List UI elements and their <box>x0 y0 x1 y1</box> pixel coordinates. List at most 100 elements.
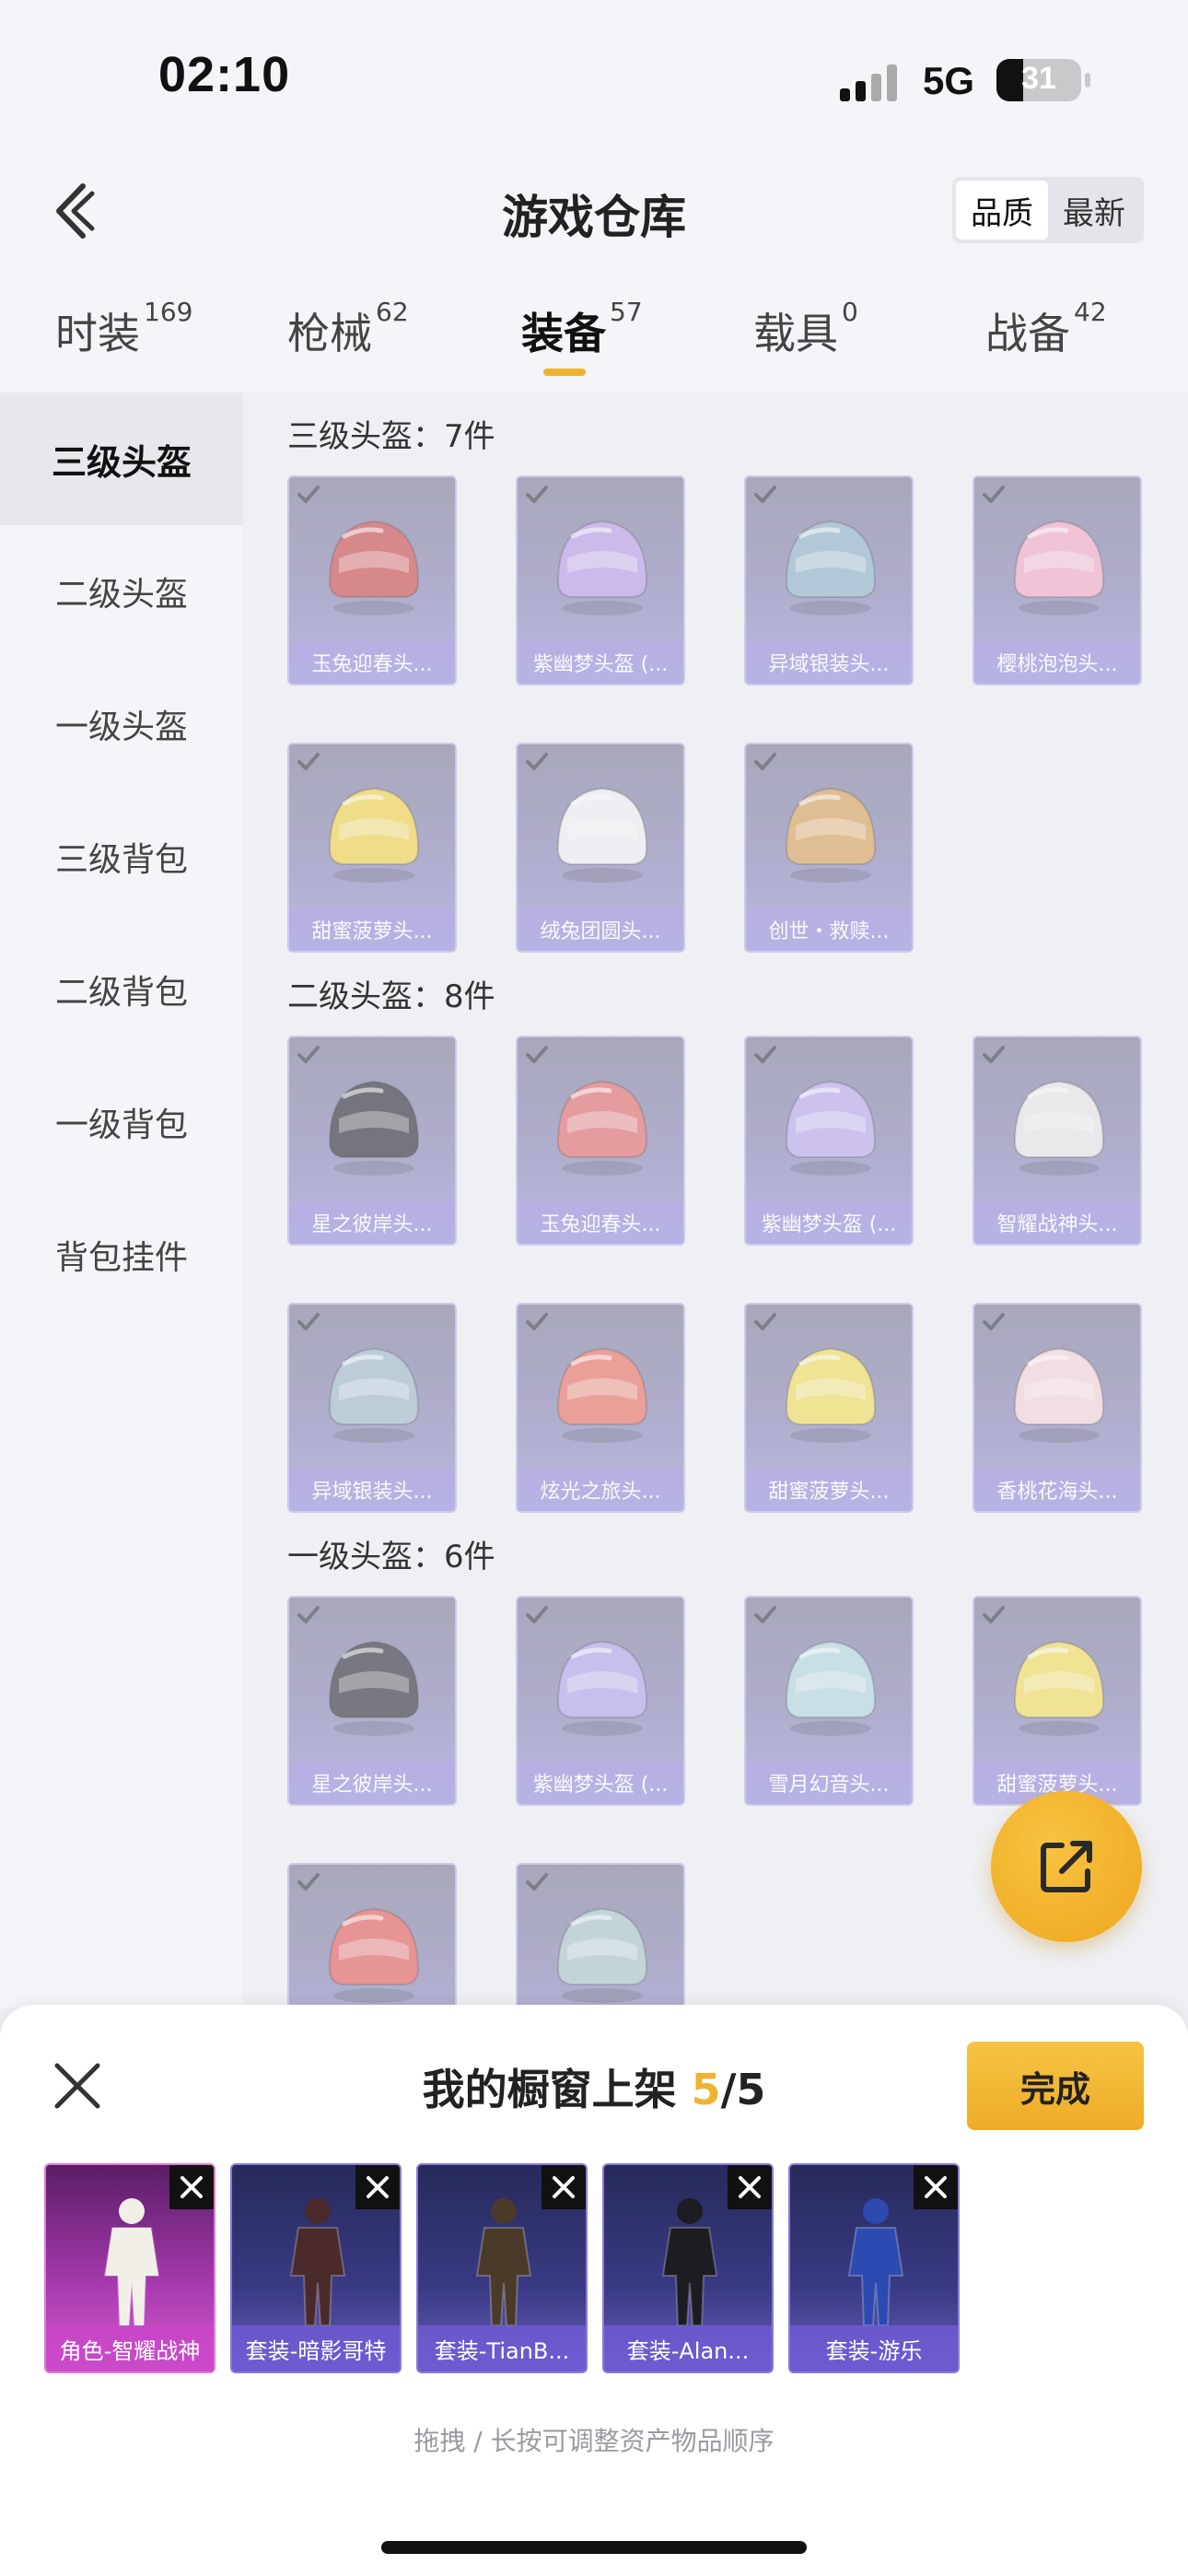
category-tabs: 时装 169 枪械 62 装备 57 载具 0 战备 42 <box>0 267 1188 392</box>
item-card[interactable] <box>516 1863 685 2008</box>
item-card[interactable]: 异域银装头... <box>744 475 914 685</box>
helmet-icon <box>556 1347 648 1443</box>
item-card[interactable]: 樱桃泡泡头... <box>973 475 1142 685</box>
item-card[interactable]: 紫幽梦头盔 (... <box>744 1036 914 1246</box>
item-card[interactable]: 创世・救赎... <box>744 743 914 953</box>
tab-count: 169 <box>144 297 193 327</box>
sidebar-item[interactable]: 三级头盔 <box>0 392 243 525</box>
item-name: 玉兔迎春头... <box>518 1201 683 1244</box>
item-card[interactable]: 智耀战神头... <box>973 1036 1142 1246</box>
tab-label: 载具 <box>753 309 838 358</box>
showcase-item[interactable]: 套装-游乐 <box>788 2163 960 2373</box>
item-name: 绒兔团圆头... <box>518 908 683 951</box>
helmet-icon <box>328 1640 420 1736</box>
helmet-icon <box>556 787 648 883</box>
item-card[interactable]: 甜蜜菠萝头... <box>287 743 457 953</box>
remove-item-button[interactable] <box>169 2165 214 2209</box>
sidebar-item[interactable]: 一级头盔 <box>0 658 243 790</box>
tab-equipment[interactable]: 装备 57 <box>521 297 643 361</box>
tab-count: 57 <box>610 297 643 327</box>
item-card[interactable]: 玉兔迎春头... <box>516 1036 685 1246</box>
reorder-hint: 拖拽 / 长按可调整资产物品顺序 <box>413 2426 775 2456</box>
helmet-icon <box>785 1080 877 1176</box>
close-icon <box>181 2176 203 2198</box>
showcase-item[interactable]: 套装-TianB... <box>416 2163 588 2373</box>
sidebar-item[interactable]: 背包挂件 <box>0 1188 243 1321</box>
item-name: 玉兔迎春头... <box>289 641 455 684</box>
item-name: 雪月幻音头... <box>746 1762 912 1804</box>
showcase-count-total: /5 <box>720 2065 766 2114</box>
close-icon <box>925 2176 947 2198</box>
signal-icon <box>840 61 904 101</box>
showcase-item-label: 套装-Alan... <box>604 2325 772 2371</box>
sidebar-item[interactable]: 二级头盔 <box>0 525 243 658</box>
tab-label: 时装 <box>55 309 140 358</box>
item-card[interactable]: 玉兔迎春头... <box>287 475 457 685</box>
showcase-item-label: 角色-智耀战神 <box>46 2325 214 2371</box>
item-card[interactable]: 异域银装头... <box>287 1303 457 1513</box>
remove-item-button[interactable] <box>728 2165 772 2209</box>
helmet-icon <box>556 1640 648 1736</box>
tab-count: 42 <box>1074 297 1107 327</box>
share-icon <box>1041 1841 1092 1892</box>
tab-fashion[interactable]: 时装 169 <box>55 297 193 361</box>
group-title: 二级头盔：8件 <box>287 978 495 1015</box>
tab-supplies[interactable]: 战备 42 <box>985 297 1107 361</box>
active-tab-indicator <box>543 369 586 376</box>
item-name: 甜蜜菠萝头... <box>746 1469 912 1511</box>
share-button[interactable] <box>991 1791 1142 1942</box>
item-card[interactable]: 星之彼岸头... <box>287 1036 457 1246</box>
nav-header: 游戏仓库 品质 最新 <box>0 157 1188 267</box>
group-title: 一级头盔：6件 <box>287 1539 495 1575</box>
showcase-item-label: 套装-TianB... <box>418 2325 586 2371</box>
helmet-icon <box>328 787 420 883</box>
close-icon <box>367 2176 389 2198</box>
tab-weapons[interactable]: 枪械 62 <box>287 297 409 361</box>
item-card[interactable]: 甜蜜菠萝头... <box>744 1303 914 1513</box>
group-title: 三级头盔：7件 <box>287 418 495 455</box>
sidebar-item[interactable]: 二级背包 <box>0 923 243 1056</box>
sidebar-item[interactable]: 一级背包 <box>0 1056 243 1188</box>
item-card[interactable]: 星之彼岸头... <box>287 1596 457 1806</box>
battery-icon: 31 <box>996 59 1081 101</box>
helmet-icon <box>785 1347 877 1443</box>
sidebar-item[interactable]: 三级背包 <box>0 790 243 923</box>
home-indicator[interactable] <box>381 2541 807 2554</box>
item-name: 星之彼岸头... <box>289 1201 455 1244</box>
showcase-item[interactable]: 套装-Alan... <box>602 2163 774 2373</box>
item-card[interactable]: 炫光之旅头... <box>516 1303 685 1513</box>
item-name: 紫幽梦头盔 (... <box>746 1201 912 1244</box>
item-card[interactable]: 绒兔团圆头... <box>516 743 685 953</box>
helmet-icon <box>556 520 648 615</box>
sort-quality-button[interactable]: 品质 <box>956 181 1048 240</box>
item-name: 异域银装头... <box>746 641 912 684</box>
item-name: 甜蜜菠萝头... <box>289 908 455 951</box>
item-card[interactable]: 紫幽梦头盔 (... <box>516 1596 685 1806</box>
item-name: 紫幽梦头盔 (... <box>518 1762 683 1804</box>
helmet-icon <box>328 1907 420 2003</box>
tab-label: 战备 <box>985 309 1070 358</box>
item-name: 创世・救赎... <box>746 908 912 951</box>
sort-latest-button[interactable]: 最新 <box>1048 181 1140 240</box>
item-name: 樱桃泡泡头... <box>974 641 1140 684</box>
battery-level: 31 <box>1021 61 1056 96</box>
tab-label: 枪械 <box>287 309 372 358</box>
sheet-title-text: 我的橱窗上架 <box>422 2065 692 2114</box>
helmet-icon <box>556 1907 648 2003</box>
showcase-item[interactable]: 套装-暗影哥特 <box>230 2163 402 2373</box>
helmet-icon <box>785 520 877 615</box>
item-card[interactable]: 雪月幻音头... <box>744 1596 914 1806</box>
remove-item-button[interactable] <box>355 2165 400 2209</box>
showcase-item[interactable]: 角色-智耀战神 <box>44 2163 215 2373</box>
remove-item-button[interactable] <box>542 2165 586 2209</box>
helmet-icon <box>1013 1080 1105 1176</box>
item-card[interactable]: 甜蜜菠萝头... <box>973 1596 1142 1806</box>
item-name: 异域银装头... <box>289 1469 455 1511</box>
item-card[interactable] <box>287 1863 457 2008</box>
item-card[interactable]: 紫幽梦头盔 (... <box>516 475 685 685</box>
remove-item-button[interactable] <box>914 2165 958 2209</box>
tab-vehicles[interactable]: 载具 0 <box>753 297 858 361</box>
done-button[interactable]: 完成 <box>967 2042 1144 2130</box>
helmet-icon <box>328 1347 420 1443</box>
item-card[interactable]: 香桃花海头... <box>973 1303 1142 1513</box>
